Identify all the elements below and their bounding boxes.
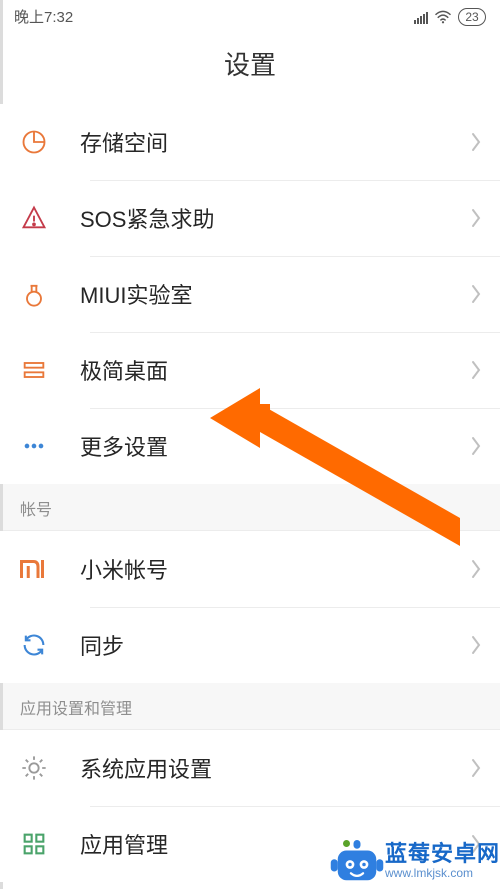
- row-label: 同步: [80, 629, 470, 661]
- row-label: 更多设置: [80, 430, 470, 462]
- chevron-right-icon: [470, 360, 482, 380]
- chevron-right-icon: [470, 635, 482, 655]
- battery-icon: 23: [458, 8, 486, 26]
- robot-icon: [329, 833, 385, 889]
- section-header-apps: 应用设置和管理: [0, 683, 500, 730]
- chevron-right-icon: [470, 436, 482, 456]
- status-time: 晚上7:32: [14, 6, 73, 27]
- settings-row-mi-account[interactable]: 小米帐号: [0, 531, 500, 607]
- section-header-account: 帐号: [0, 484, 500, 531]
- gear-icon: [20, 754, 80, 782]
- settings-row-more[interactable]: 更多设置: [0, 408, 500, 484]
- apps-grid-icon: [20, 830, 80, 858]
- storage-icon: [20, 128, 80, 156]
- settings-row-simple-desktop[interactable]: 极简桌面: [0, 332, 500, 408]
- watermark-url: www.lmkjsk.com: [385, 867, 473, 880]
- status-right: 23: [414, 8, 486, 26]
- row-label: 存储空间: [80, 126, 470, 158]
- chevron-right-icon: [470, 208, 482, 228]
- row-label: SOS紧急求助: [80, 202, 470, 234]
- settings-row-lab[interactable]: MIUI实验室: [0, 256, 500, 332]
- row-label: 系统应用设置: [80, 752, 470, 784]
- settings-row-sync[interactable]: 同步: [0, 607, 500, 683]
- page-title: 设置: [0, 29, 500, 104]
- row-label: MIUI实验室: [80, 278, 470, 310]
- chevron-right-icon: [470, 132, 482, 152]
- sync-icon: [20, 631, 80, 659]
- simple-desktop-icon: [20, 356, 80, 384]
- status-bar: 晚上7:32 23: [0, 0, 500, 29]
- row-label: 小米帐号: [80, 553, 470, 585]
- chevron-right-icon: [470, 284, 482, 304]
- sos-icon: [20, 204, 80, 232]
- signal-icon: [414, 10, 428, 24]
- watermark-brand: 蓝莓安卓网: [385, 842, 500, 866]
- chevron-right-icon: [470, 758, 482, 778]
- wifi-icon: [434, 10, 452, 24]
- row-label: 极简桌面: [80, 354, 470, 386]
- mi-logo-icon: [20, 559, 80, 579]
- settings-row-storage[interactable]: 存储空间: [0, 104, 500, 180]
- chevron-right-icon: [470, 559, 482, 579]
- settings-row-sos[interactable]: SOS紧急求助: [0, 180, 500, 256]
- flask-icon: [20, 280, 80, 308]
- more-icon: [20, 432, 80, 460]
- settings-row-system-apps[interactable]: 系统应用设置: [0, 730, 500, 806]
- watermark: 蓝莓安卓网 www.lmkjsk.com: [329, 833, 500, 889]
